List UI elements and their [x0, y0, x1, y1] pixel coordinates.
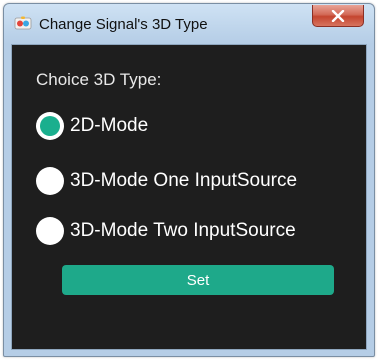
window-title: Change Signal's 3D Type — [39, 16, 208, 33]
title-bar[interactable]: Change Signal's 3D Type — [4, 4, 374, 44]
dialog-window: Change Signal's 3D Type Choice 3D Type: … — [3, 3, 375, 357]
set-button[interactable]: Set — [62, 265, 334, 295]
choice-3d-type-label: Choice 3D Type: — [36, 70, 162, 89]
radio-option-3d-two-input[interactable]: 3D-Mode Two InputSource — [36, 215, 296, 247]
radio-option-3d-one-input[interactable]: 3D-Mode One InputSource — [36, 165, 297, 197]
app-icon — [14, 16, 32, 30]
close-button[interactable] — [312, 5, 364, 27]
radio-label-2d-mode: 2D-Mode — [70, 115, 149, 136]
radio-button-3d-two-input[interactable] — [36, 217, 64, 245]
radio-button-2d-mode[interactable] — [36, 112, 64, 140]
radio-label-3d-one-input: 3D-Mode One InputSource — [70, 170, 298, 191]
dialog-body: Choice 3D Type: 2D-Mode 3D-Mode One Inpu… — [11, 44, 367, 350]
radio-option-2d-mode[interactable]: 2D-Mode — [36, 110, 148, 142]
close-icon — [331, 9, 345, 22]
radio-label-3d-two-input: 3D-Mode Two InputSource — [70, 220, 296, 241]
radio-button-3d-one-input[interactable] — [36, 167, 64, 195]
